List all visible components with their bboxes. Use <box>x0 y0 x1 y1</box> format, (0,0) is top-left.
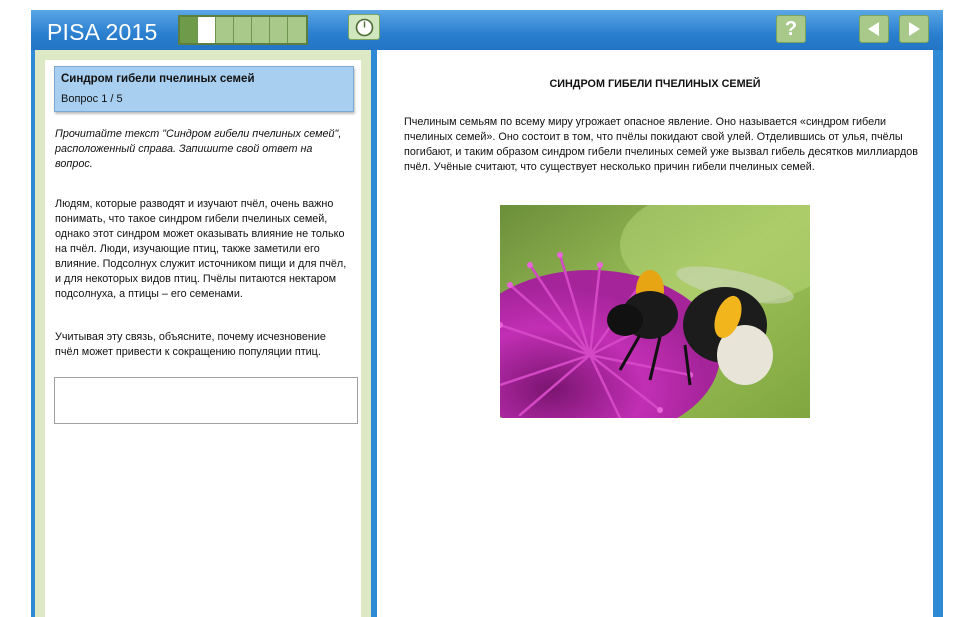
article-panel: СИНДРОМ ГИБЕЛИ ПЧЕЛИНЫХ СЕМЕЙ Пчелиным с… <box>377 50 933 617</box>
app-frame: PISA 2015 ? Синдром гибели пчелиных семе… <box>31 10 943 617</box>
progress-segment <box>252 17 270 43</box>
progress-segment <box>288 17 306 43</box>
help-icon: ? <box>784 17 798 40</box>
question-content: Синдром гибели пчелиных семей Вопрос 1 /… <box>45 60 361 617</box>
question-instruction: Прочитайте текст "Синдром гибели пчелины… <box>55 128 342 170</box>
progress-segment <box>234 17 252 43</box>
progress-segment-done <box>180 17 198 43</box>
next-button[interactable] <box>899 15 929 43</box>
app-title: PISA 2015 <box>47 19 158 45</box>
bumblebee-photo <box>500 205 810 418</box>
triangle-right-icon <box>909 22 920 36</box>
progress-segment <box>270 17 288 43</box>
article-text: Пчелиным семьям по всему миру угрожает о… <box>404 116 918 173</box>
question-header: Синдром гибели пчелиных семей Вопрос 1 /… <box>54 66 354 112</box>
progress-indicator <box>178 15 308 45</box>
article-title: СИНДРОМ ГИБЕЛИ ПЧЕЛИНЫХ СЕМЕЙ <box>549 78 761 90</box>
top-bar: PISA 2015 ? <box>31 10 943 50</box>
question-paragraph: Людям, которые разводят и изучают пчёл, … <box>55 198 347 300</box>
answer-field[interactable] <box>54 377 358 424</box>
timer-button[interactable] <box>348 14 380 40</box>
help-button[interactable]: ? <box>776 15 806 43</box>
progress-segment <box>216 17 234 43</box>
triangle-left-icon <box>868 22 879 36</box>
previous-button[interactable] <box>859 15 889 43</box>
question-panel: Синдром гибели пчелиных семей Вопрос 1 /… <box>35 50 371 617</box>
question-prompt: Учитывая эту связь, объясните, почему ис… <box>55 331 326 358</box>
question-number: Вопрос 1 / 5 <box>61 93 123 105</box>
progress-segment-current <box>198 17 216 43</box>
question-title: Синдром гибели пчелиных семей <box>61 73 255 85</box>
clock-icon <box>355 18 374 37</box>
